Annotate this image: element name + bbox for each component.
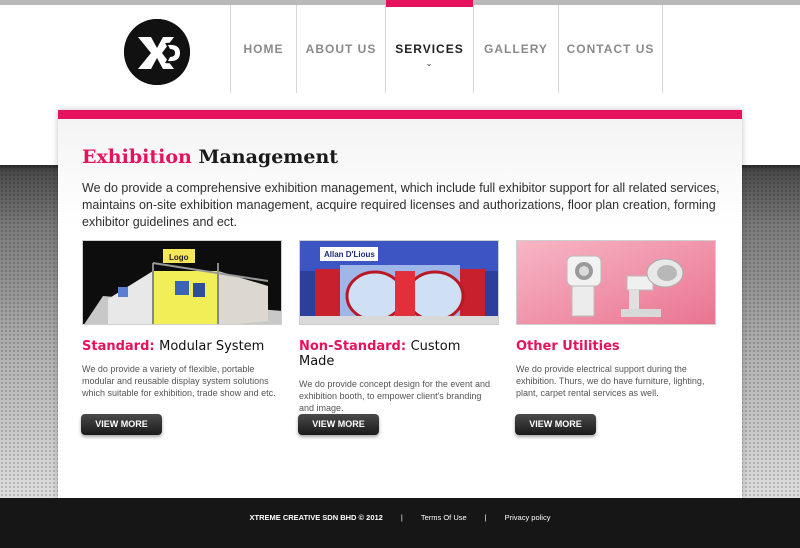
footer-separator: | [400,513,403,522]
service-card-non-standard: Allan D'Lious Non-Standard: Custom Made … [299,240,499,414]
page-title: Exhibition Management [82,146,338,168]
footer-copyright: XTREME CREATIVE SDN BHD © 2012 [249,513,383,522]
nav-about-us-label: ABOUT US [305,42,377,56]
card-title-accent: Standard: [82,339,155,354]
lighting-image [516,240,716,325]
logo[interactable]: XC [124,19,190,85]
card-title-utilities: Other Utilities [516,339,716,354]
nav-services[interactable]: SERVICES ⌄ [385,0,473,93]
view-more-button-utilities[interactable]: VIEW MORE [515,414,596,435]
view-more-button-non-standard[interactable]: VIEW MORE [298,414,379,435]
nav-home[interactable]: HOME [230,5,296,93]
modular-booth-image: Logo [82,240,282,325]
service-card-utilities: Other Utilities We do provide electrical… [516,240,716,399]
card-title-accent: Other Utilities [516,339,620,354]
footer-separator: | [484,513,487,522]
nav-services-label: SERVICES [395,42,464,56]
page-title-accent: Exhibition [82,146,192,168]
logo-mark [124,19,190,85]
view-more-button-standard[interactable]: VIEW MORE [81,414,162,435]
custom-booth-sign: Allan D'Lious [324,250,375,259]
card-text-non-standard: We do provide concept design for the eve… [299,379,490,413]
main-nav: HOME ABOUT US SERVICES ⌄ GALLERY CONTACT… [230,0,663,93]
footer-privacy-link[interactable]: Privacy policy [505,513,551,522]
card-text-utilities: We do provide electrical support during … [516,364,705,398]
panel-accent-bar [58,110,742,119]
nav-contact-us[interactable]: CONTACT US [558,5,663,93]
nav-home-label: HOME [243,42,284,56]
nav-contact-us-label: CONTACT US [566,42,655,56]
footer-terms-link[interactable]: Terms Of Use [421,513,467,522]
card-title-standard: Standard: Modular System [82,339,282,354]
content-panel: Exhibition Management We do provide a co… [58,110,742,498]
intro-text: We do provide a comprehensive exhibition… [82,181,720,229]
nav-gallery[interactable]: GALLERY [473,5,558,93]
page-title-rest: Management [198,146,339,168]
modular-booth-sign: Logo [169,253,189,262]
card-title-non-standard: Non-Standard: Custom Made [299,339,499,369]
card-text-standard: We do provide a variety of flexible, por… [82,364,276,398]
card-title-accent: Non-Standard: [299,339,407,354]
service-card-standard: Logo Standard: Modular System We do prov… [82,240,282,399]
nav-gallery-label: GALLERY [484,42,548,56]
custom-booth-image: Allan D'Lious [299,240,499,325]
nav-about-us[interactable]: ABOUT US [296,5,385,93]
chevron-down-icon: ⌄ [425,59,434,68]
footer: XTREME CREATIVE SDN BHD © 2012 | Terms O… [0,498,800,548]
card-title-rest: Modular System [159,339,265,354]
